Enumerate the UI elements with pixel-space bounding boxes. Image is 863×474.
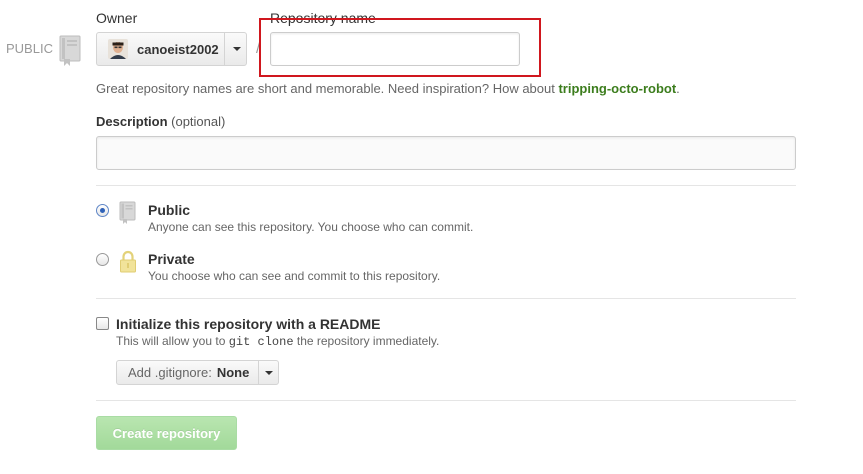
repo-book-icon: [59, 35, 81, 66]
gitignore-value: None: [216, 365, 250, 380]
divider: [96, 400, 796, 401]
name-hint-end: .: [676, 81, 680, 96]
divider: [96, 185, 796, 186]
repo-book-icon: [119, 201, 136, 224]
init-desc-after: the repository immediately.: [293, 334, 440, 348]
name-hint: Great repository names are short and mem…: [96, 81, 680, 96]
owner-label: Owner: [96, 10, 138, 26]
user-avatar: [108, 39, 128, 59]
description-label: Description (optional): [96, 114, 225, 129]
public-option-title: Public: [148, 202, 191, 218]
divider: [96, 298, 796, 299]
repository-name-label: Repository name: [270, 10, 376, 26]
description-input[interactable]: [96, 136, 796, 170]
owner-select-divider: [224, 33, 225, 65]
description-title: Description: [96, 114, 168, 129]
name-suggestion[interactable]: tripping-octo-robot: [558, 81, 676, 96]
chevron-down-icon[interactable]: [233, 47, 241, 51]
public-option-description: Anyone can see this repository. You choo…: [148, 220, 474, 234]
public-radio[interactable]: [96, 204, 109, 217]
private-radio[interactable]: [96, 253, 109, 266]
owner-repo-separator: /: [256, 40, 261, 57]
gitignore-label: Add .gitignore:: [128, 365, 212, 380]
owner-name: canoeist2002: [137, 41, 219, 57]
visibility-badge-label: PUBLIC: [6, 41, 53, 56]
private-option-title: Private: [148, 251, 195, 267]
init-desc-before: This will allow you to: [116, 334, 229, 348]
lock-icon: [120, 250, 136, 273]
gitignore-divider: [258, 361, 259, 384]
repository-name-input[interactable]: [270, 32, 520, 66]
name-hint-text: Great repository names are short and mem…: [96, 81, 559, 96]
git-clone-code: git clone: [228, 335, 294, 349]
initialize-readme-title: Initialize this repository with a README: [116, 316, 381, 332]
chevron-down-icon[interactable]: [265, 371, 273, 375]
private-option-description: You choose who can see and commit to thi…: [148, 269, 441, 283]
create-repository-button[interactable]: Create repository: [96, 416, 237, 450]
description-optional: (optional): [171, 114, 226, 129]
owner-select[interactable]: canoeist2002: [96, 32, 247, 66]
initialize-readme-checkbox[interactable]: [96, 317, 109, 330]
gitignore-select[interactable]: Add .gitignore: None: [116, 360, 279, 385]
initialize-readme-description: This will allow you to git clone the rep…: [116, 334, 439, 349]
